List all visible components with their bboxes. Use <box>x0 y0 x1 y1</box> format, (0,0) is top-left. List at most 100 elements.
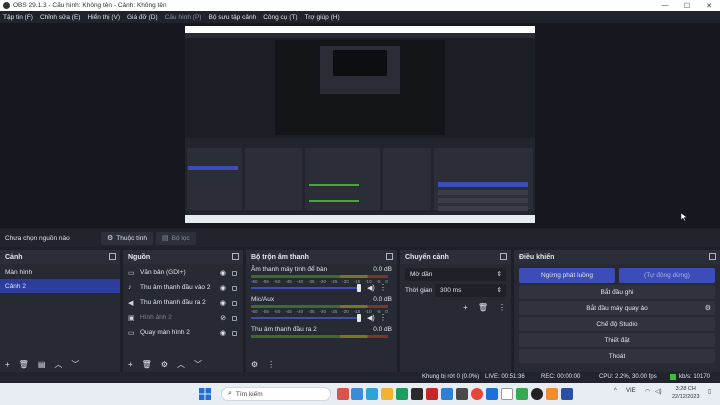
app-icon[interactable] <box>366 388 378 400</box>
lock-icon[interactable] <box>232 331 237 336</box>
lock-icon[interactable] <box>232 286 237 291</box>
chevron-down-icon[interactable]: ﹀ <box>71 359 79 370</box>
properties-button[interactable]: ⚙ Thuộc tính <box>101 231 153 245</box>
app-icon[interactable] <box>337 388 349 400</box>
scene-item-man-hinh[interactable]: Màn hình <box>0 265 120 279</box>
scene-item-canh-2[interactable]: Cảnh 2 <box>0 279 120 293</box>
filter-icon[interactable]: ▤ <box>38 360 46 369</box>
eye-icon[interactable]: ◉ <box>220 269 226 277</box>
menu-docks[interactable]: Giá đỡ (D) <box>127 14 158 21</box>
app-icon[interactable] <box>456 388 468 400</box>
maximize-button[interactable]: ☐ <box>676 2 698 10</box>
notification-icon[interactable]: ▯ <box>708 388 711 395</box>
undock-icon[interactable] <box>500 253 507 260</box>
menu-profile[interactable]: Cấu hình (P) <box>165 14 202 21</box>
settings-button[interactable]: Thiết đặt <box>519 333 715 347</box>
volume-slider-handle[interactable] <box>357 284 361 292</box>
app-icon[interactable] <box>396 388 408 400</box>
more-options-icon[interactable]: ⋮ <box>379 313 387 322</box>
taskbar-search[interactable]: ⌕ Tìm kiếm <box>221 387 331 401</box>
source-item[interactable]: ♪ Thu âm thanh đầu vào 2 ◉ <box>123 280 243 295</box>
menu-scene-collection[interactable]: Bộ sưu tập cảnh <box>208 14 256 21</box>
more-options-icon[interactable]: ⋮ <box>379 283 387 292</box>
studio-mode-button[interactable]: Chế độ Studio <box>519 317 715 331</box>
lock-icon[interactable] <box>232 271 237 276</box>
chevron-down-icon[interactable]: ﹀ <box>194 359 202 370</box>
scenes-title: Cảnh <box>5 253 23 261</box>
windows-start-icon[interactable] <box>199 388 211 400</box>
preview-nested-titlebar <box>185 26 535 33</box>
trash-icon[interactable]: 🗑 <box>478 303 488 312</box>
app-icon[interactable] <box>426 388 438 400</box>
eye-hidden-icon[interactable]: ⊘ <box>220 314 226 322</box>
start-recording-button[interactable]: Bắt đầu ghi <box>519 285 715 299</box>
source-item[interactable]: ▣ Hình ảnh 2 ⊘ <box>123 310 243 325</box>
taskbar-clock[interactable]: 3:28 CH 22/12/2023 <box>672 385 700 401</box>
undock-icon[interactable] <box>386 253 393 260</box>
start-virtual-camera-label: Bắt đầu máy quay ảo <box>586 304 648 312</box>
lock-icon[interactable] <box>232 316 237 321</box>
gear-icon[interactable]: ⚙ <box>251 360 258 369</box>
app-icon[interactable] <box>516 388 528 400</box>
app-icon[interactable] <box>411 388 423 400</box>
undock-icon[interactable] <box>709 253 716 260</box>
chevron-up-icon[interactable]: ︿ <box>177 359 185 370</box>
folder-icon[interactable] <box>381 388 393 400</box>
preview-nested-taskbar <box>185 215 535 223</box>
add-icon[interactable]: + <box>5 360 10 369</box>
trash-icon[interactable]: 🗑 <box>142 360 152 369</box>
more-options-icon[interactable]: ⋮ <box>267 360 275 369</box>
preview-control-button <box>438 198 528 203</box>
undock-icon[interactable] <box>109 253 116 260</box>
chevron-up-icon[interactable]: ︿ <box>54 359 62 370</box>
program-preview[interactable] <box>185 26 535 223</box>
source-item[interactable]: ▭ Văn bản (GDI+) ◉ <box>123 265 243 280</box>
start-virtual-camera-button[interactable]: Bắt đầu máy quay ảo ⚙ <box>519 301 715 315</box>
stop-streaming-button[interactable]: Ngừng phát luồng <box>519 268 615 283</box>
chevron-updown-icon: ⇕ <box>496 287 502 294</box>
menu-help[interactable]: Trợ giúp (H) <box>305 14 340 21</box>
obs-icon[interactable] <box>531 388 543 400</box>
duration-spinbox[interactable]: 300 ms ⇕ <box>435 283 506 297</box>
trash-icon[interactable]: 🗑 <box>19 360 29 369</box>
wifi-icon[interactable]: ◠ <box>645 388 650 395</box>
minimize-button[interactable]: — <box>654 2 676 10</box>
filters-button[interactable]: ▤ Bộ lọc <box>156 231 196 245</box>
preview-dock-scenes <box>187 148 242 210</box>
source-item[interactable]: ▭ Quay màn hình 2 ◉ <box>123 325 243 340</box>
close-button[interactable]: ✕ <box>698 2 720 10</box>
tray-chevron-icon[interactable]: ^ <box>614 388 617 394</box>
exit-button[interactable]: Thoát <box>519 349 715 363</box>
app-icon[interactable] <box>441 388 453 400</box>
source-item[interactable]: ◀ Thu âm thanh đầu ra 2 ◉ <box>123 295 243 310</box>
menu-view[interactable]: Hiển thị (V) <box>87 14 120 21</box>
auto-stop-button[interactable]: (Tự động dừng) <box>619 268 715 283</box>
app-icon[interactable] <box>546 388 558 400</box>
transition-select[interactable]: Mờ dần ⇕ <box>405 267 506 281</box>
more-options-icon[interactable]: ⋮ <box>498 303 506 312</box>
add-icon[interactable]: + <box>128 360 133 369</box>
app-icon[interactable] <box>561 388 573 400</box>
app-icon[interactable] <box>351 388 363 400</box>
gear-icon[interactable]: ⚙ <box>161 360 168 369</box>
undock-icon[interactable] <box>232 253 239 260</box>
lock-icon[interactable] <box>232 301 237 306</box>
eye-icon[interactable]: ◉ <box>220 329 226 337</box>
volume-icon[interactable]: ◁) <box>655 388 662 395</box>
volume-slider[interactable] <box>251 287 359 289</box>
chrome-icon[interactable] <box>471 388 483 400</box>
volume-slider-handle[interactable] <box>357 314 361 322</box>
speaker-icon[interactable]: ◀) <box>367 284 375 292</box>
menu-file[interactable]: Tập tin (F) <box>3 14 33 21</box>
eye-icon[interactable]: ◉ <box>220 284 226 292</box>
app-icon[interactable] <box>501 388 513 400</box>
eye-icon[interactable]: ◉ <box>220 299 226 307</box>
app-icon[interactable] <box>486 388 498 400</box>
speaker-icon[interactable]: ◀) <box>367 314 375 322</box>
add-icon[interactable]: + <box>463 303 468 312</box>
input-language[interactable]: VIE <box>626 388 636 394</box>
menu-tools[interactable]: Công cụ (T) <box>263 14 297 21</box>
menu-edit[interactable]: Chỉnh sửa (E) <box>40 14 80 21</box>
gear-icon[interactable]: ⚙ <box>705 304 711 312</box>
volume-slider[interactable] <box>251 317 359 319</box>
